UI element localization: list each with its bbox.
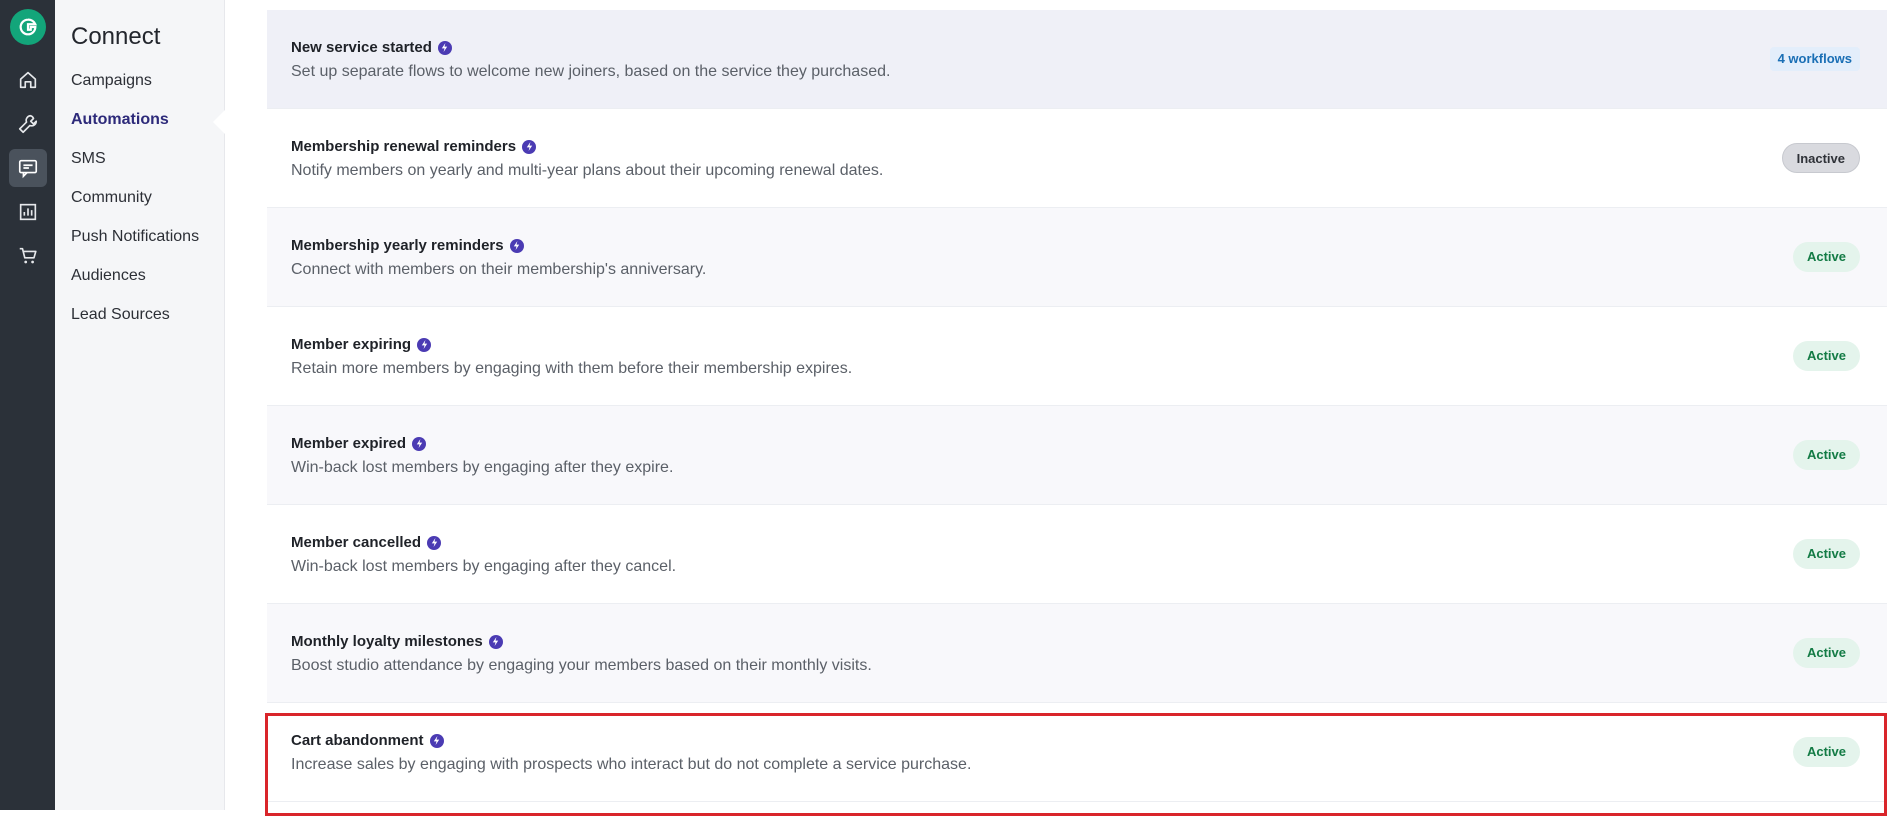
automation-title: Member expired: [291, 435, 407, 452]
automation-title-wrap: Member expiring: [291, 336, 432, 353]
automation-description: Set up separate flows to welcome new joi…: [291, 63, 891, 80]
automation-row[interactable]: Cart abandonment Increase sales by engag…: [267, 703, 1887, 802]
content-gutter: [225, 0, 267, 810]
lightning-bolt-icon: [488, 634, 503, 649]
status-badge: Active: [1792, 440, 1860, 470]
subnav-item-sms[interactable]: SMS: [71, 146, 199, 185]
subnav-item-audiences[interactable]: Audiences: [71, 263, 199, 302]
automation-row[interactable]: Member expired Win-back lost members by …: [267, 406, 1887, 505]
workflows-badge[interactable]: 4 workflows: [1769, 47, 1860, 71]
subnav-list: Campaigns Automations SMS Community Push…: [71, 68, 199, 341]
automation-row[interactable]: Member expiring Retain more members by e…: [267, 307, 1887, 406]
connect-subnav: Connect Campaigns Automations SMS Commun…: [55, 0, 225, 810]
automation-description: Increase sales by engaging with prospect…: [291, 756, 972, 773]
automation-row[interactable]: Member cancelled Win-back lost members b…: [267, 505, 1887, 604]
automation-title: Monthly loyalty milestones: [291, 633, 483, 650]
automation-title-wrap: Cart abandonment: [291, 732, 444, 749]
status-badge: Active: [1792, 737, 1860, 767]
status-badge: Active: [1792, 242, 1860, 272]
lightning-bolt-icon: [522, 139, 537, 154]
lightning-bolt-icon: [417, 337, 432, 352]
status-badge: Active: [1792, 638, 1860, 668]
automation-title-wrap: Member expired: [291, 435, 427, 452]
wrench-icon[interactable]: [9, 105, 47, 143]
chart-icon[interactable]: [9, 193, 47, 231]
brand-logo-icon[interactable]: [9, 9, 46, 45]
automation-title: Membership yearly reminders: [291, 237, 504, 254]
automation-title: Member cancelled: [291, 534, 422, 551]
automation-description: Win-back lost members by engaging after …: [291, 459, 674, 476]
automation-description: Boost studio attendance by engaging your…: [291, 657, 872, 674]
automations-list: New service started Set up separate flow…: [267, 10, 1887, 802]
lightning-bolt-icon: [429, 733, 444, 748]
automation-title: Cart abandonment: [291, 732, 424, 749]
lightning-bolt-icon: [437, 40, 452, 55]
status-badge: Inactive: [1781, 143, 1860, 173]
automation-description: Connect with members on their membership…: [291, 261, 707, 278]
subnav-item-campaigns[interactable]: Campaigns: [71, 68, 199, 107]
automation-description: Win-back lost members by engaging after …: [291, 558, 677, 575]
home-icon[interactable]: [9, 61, 47, 99]
automation-row[interactable]: Monthly loyalty milestones Boost studio …: [267, 604, 1887, 703]
automation-title-wrap: New service started: [291, 39, 452, 56]
automation-title: New service started: [291, 39, 432, 56]
cart-icon[interactable]: [9, 237, 47, 275]
lightning-bolt-icon: [427, 535, 442, 550]
automation-title-wrap: Member cancelled: [291, 534, 442, 551]
automation-description: Retain more members by engaging with the…: [291, 360, 853, 377]
automation-title-wrap: Membership yearly reminders: [291, 237, 524, 254]
automation-row[interactable]: New service started Set up separate flow…: [267, 10, 1887, 109]
status-badge: Active: [1792, 341, 1860, 371]
subnav-item-push-notifications[interactable]: Push Notifications: [71, 224, 199, 263]
subnav-item-lead-sources[interactable]: Lead Sources: [71, 302, 199, 341]
subnav-item-automations[interactable]: Automations: [71, 107, 199, 146]
status-badge: Active: [1792, 539, 1860, 569]
automation-description: Notify members on yearly and multi-year …: [291, 162, 884, 179]
automation-row[interactable]: Membership renewal reminders Notify memb…: [267, 109, 1887, 208]
automation-title-wrap: Monthly loyalty milestones: [291, 633, 503, 650]
chat-icon[interactable]: [8, 149, 47, 187]
subnav-title: Connect: [71, 23, 161, 50]
automation-title: Member expiring: [291, 336, 412, 353]
icon-rail: [0, 0, 55, 810]
automation-title: Membership renewal reminders: [291, 138, 517, 155]
automation-row[interactable]: Membership yearly reminders Connect with…: [267, 208, 1887, 307]
active-indicator: [213, 110, 225, 134]
subnav-item-community[interactable]: Community: [71, 185, 199, 224]
lightning-bolt-icon: [412, 436, 427, 451]
automation-title-wrap: Membership renewal reminders: [291, 138, 537, 155]
lightning-bolt-icon: [509, 238, 524, 253]
